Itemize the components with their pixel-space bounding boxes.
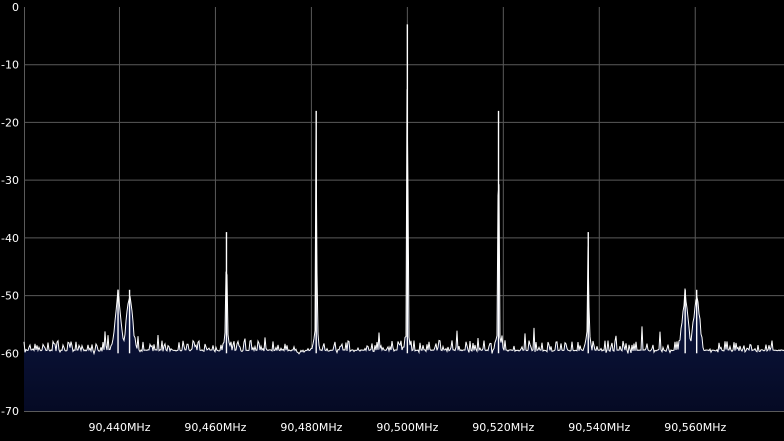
spectrum-area — [24, 89, 784, 411]
y-axis-labels: 0 -10 -20 -30 -40 -50 -60 -70 — [1, 1, 19, 418]
y-tick-label: -20 — [1, 116, 19, 129]
y-tick-label: -60 — [1, 347, 19, 360]
y-tick-label: 0 — [12, 1, 19, 14]
x-tick-label: 90,520MHz — [472, 421, 534, 434]
y-tick-label: -10 — [1, 59, 19, 72]
x-tick-label: 90,460MHz — [184, 421, 246, 434]
spectrum-trace — [23, 24, 784, 356]
x-tick-label: 90,440MHz — [88, 421, 150, 434]
x-tick-label: 90,540MHz — [568, 421, 630, 434]
x-tick-label: 90,500MHz — [376, 421, 438, 434]
y-tick-label: -50 — [1, 290, 19, 303]
spectrum-fill — [24, 89, 784, 411]
x-axis-labels: 90,440MHz 90,460MHz 90,480MHz 90,500MHz 90,5… — [88, 421, 726, 434]
x-tick-label: 90,480MHz — [280, 421, 342, 434]
spectrum-line — [23, 89, 784, 356]
y-tick-label: -40 — [1, 232, 19, 245]
spectrum-display[interactable]: 0 -10 -20 -30 -40 -50 -60 -70 90,440MHz 90,460MH… — [0, 0, 784, 436]
x-tick-label: 90,560MHz — [664, 421, 726, 434]
y-tick-label: -30 — [1, 174, 19, 187]
spectrum-chart[interactable]: 0 -10 -20 -30 -40 -50 -60 -70 90,440MHz 90,460MH… — [0, 0, 784, 436]
y-tick-label: -70 — [1, 405, 19, 418]
